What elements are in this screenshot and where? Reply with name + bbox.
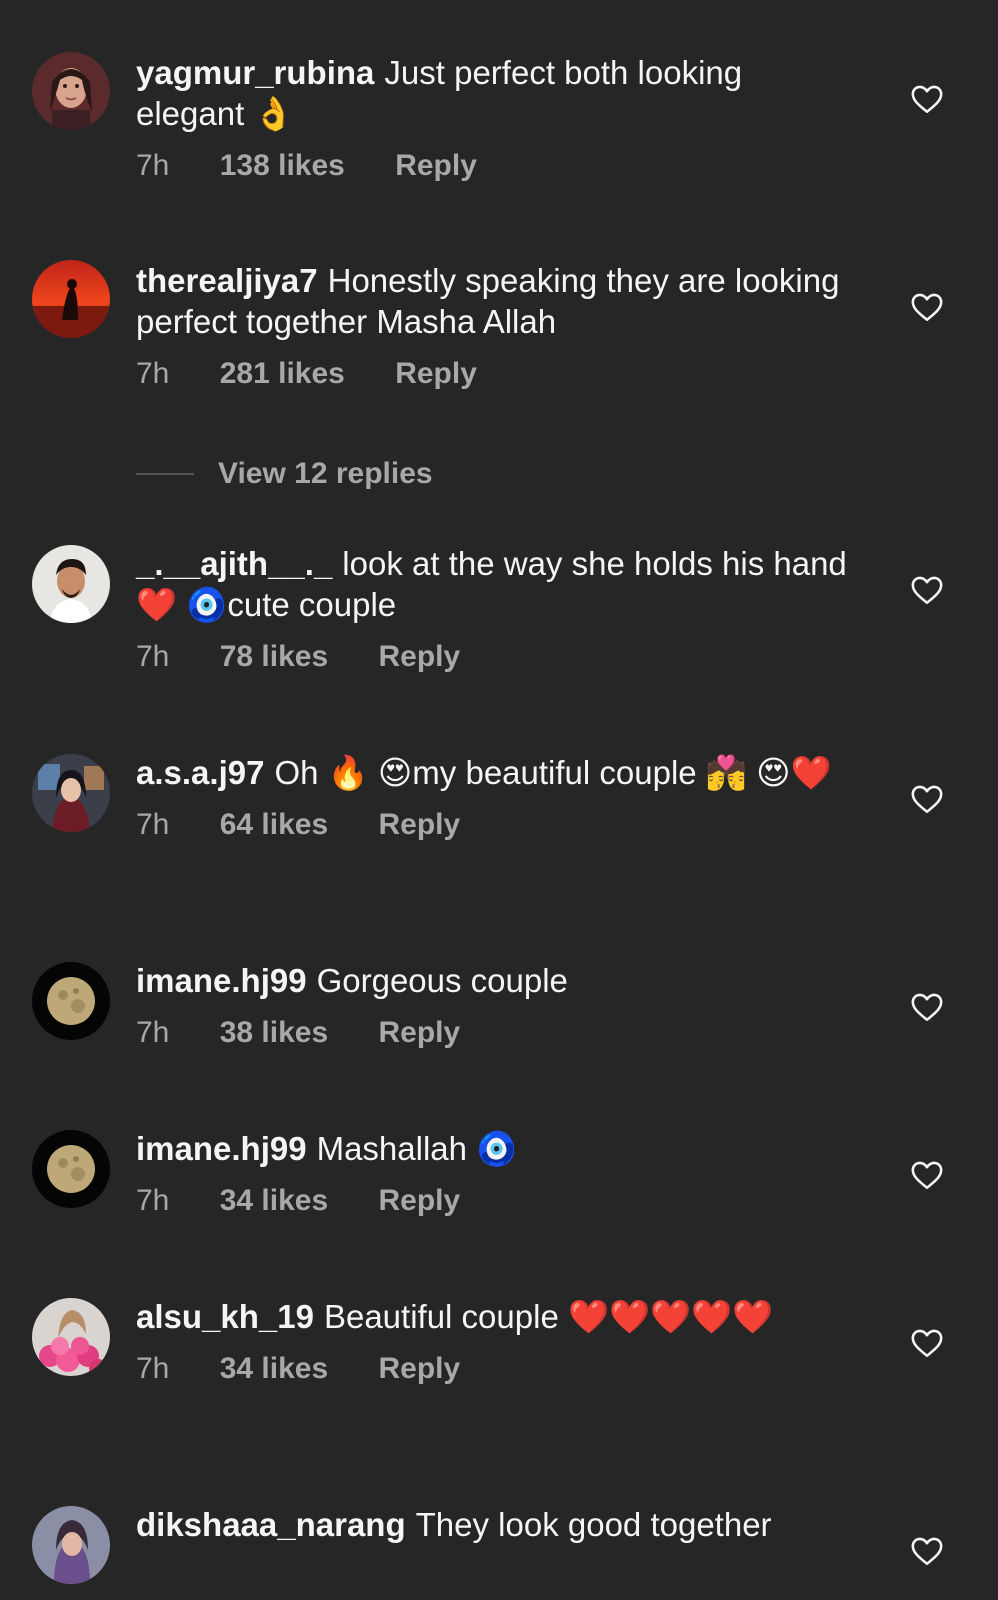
comment-likes[interactable]: 38 likes [220, 1015, 328, 1051]
comment-text: _.__ajith__._ look at the way she holds h… [136, 543, 856, 625]
comment-time: 7h [136, 1184, 170, 1217]
like-button[interactable] [910, 82, 944, 116]
comment-text: imane.hj99 Gorgeous couple [136, 960, 856, 1001]
reply-button[interactable]: Reply [395, 148, 477, 184]
heart-outline-icon [911, 1161, 943, 1190]
like-button[interactable] [910, 573, 944, 607]
comment-time: 7h [136, 1352, 170, 1385]
comment-meta: 7h 78 likes Reply [136, 639, 856, 675]
avatar[interactable] [32, 962, 110, 1040]
comment-likes[interactable]: 138 likes [220, 148, 345, 184]
like-button[interactable] [910, 1158, 944, 1192]
heart-outline-icon [911, 993, 943, 1022]
comment-text: alsu_kh_19 Beautiful couple ❤️❤️❤️❤️❤️ [136, 1296, 856, 1337]
comment-likes[interactable]: 64 likes [220, 807, 328, 843]
comment-time: 7h [136, 357, 170, 390]
comment-content: They look good together [415, 1506, 772, 1543]
reply-button[interactable]: Reply [379, 807, 461, 843]
view-replies-button[interactable]: View 12 replies [136, 456, 433, 492]
heart-outline-icon [911, 785, 943, 814]
comment-text: therealjiya7 Honestly speaking they are l… [136, 260, 856, 342]
reply-button[interactable]: Reply [379, 1183, 461, 1219]
avatar[interactable] [32, 1298, 110, 1376]
comment-text: yagmur_rubina Just perfect both looking e… [136, 52, 856, 134]
reply-button[interactable]: Reply [379, 1015, 461, 1051]
comment-time: 7h [136, 149, 170, 182]
comment-likes[interactable]: 34 likes [220, 1183, 328, 1219]
avatar[interactable] [32, 52, 110, 130]
heart-outline-icon [911, 1537, 943, 1566]
comment-text: dikshaaa_narang They look good together [136, 1504, 856, 1545]
avatar[interactable] [32, 754, 110, 832]
comment-username[interactable]: _.__ajith__._ [136, 545, 332, 582]
heart-outline-icon [911, 293, 943, 322]
comment-text: a.s.a.j97 Oh 🔥 😍my beautiful couple 💏 😍❤️ [136, 752, 856, 793]
avatar[interactable] [32, 1506, 110, 1584]
comment-meta: 7h 38 likes Reply [136, 1015, 856, 1051]
comment-content: Beautiful couple ❤️❤️❤️❤️❤️ [323, 1298, 774, 1335]
comment-meta: 7h 281 likes Reply [136, 356, 856, 392]
comment-content: Oh 🔥 😍my beautiful couple 💏 😍❤️ [274, 754, 832, 791]
comment-username[interactable]: imane.hj99 [136, 962, 307, 999]
comment-time: 7h [136, 640, 170, 673]
reply-button[interactable]: Reply [395, 356, 477, 392]
heart-outline-icon [911, 576, 943, 605]
like-button[interactable] [910, 1534, 944, 1568]
comment-likes[interactable]: 34 likes [220, 1351, 328, 1387]
comment-username[interactable]: dikshaaa_narang [136, 1506, 406, 1543]
avatar[interactable] [32, 260, 110, 338]
comment-username[interactable]: therealjiya7 [136, 262, 318, 299]
reply-button[interactable]: Reply [379, 1351, 461, 1387]
comment-username[interactable]: alsu_kh_19 [136, 1298, 314, 1335]
comment-content: Mashallah 🧿 [316, 1130, 518, 1167]
avatar[interactable] [32, 1130, 110, 1208]
comment-time: 7h [136, 808, 170, 841]
like-button[interactable] [910, 290, 944, 324]
comment-text: imane.hj99 Mashallah 🧿 [136, 1128, 856, 1169]
replies-divider [136, 473, 194, 475]
comment-meta: 7h 138 likes Reply [136, 148, 856, 184]
like-button[interactable] [910, 782, 944, 816]
reply-button[interactable]: Reply [379, 639, 461, 675]
comment-username[interactable]: imane.hj99 [136, 1130, 307, 1167]
comment-meta: 7h 34 likes Reply [136, 1183, 856, 1219]
heart-outline-icon [911, 1329, 943, 1358]
comment-content: Gorgeous couple [316, 962, 568, 999]
avatar[interactable] [32, 545, 110, 623]
view-replies-label: View 12 replies [218, 457, 433, 490]
comment-username[interactable]: yagmur_rubina [136, 54, 374, 91]
comment-likes[interactable]: 281 likes [220, 356, 345, 392]
like-button[interactable] [910, 1326, 944, 1360]
comment-likes[interactable]: 78 likes [220, 639, 328, 675]
comment-meta: 7h 34 likes Reply [136, 1351, 856, 1387]
comment-time: 7h [136, 1016, 170, 1049]
comment-meta: 7h 64 likes Reply [136, 807, 856, 843]
heart-outline-icon [911, 85, 943, 114]
like-button[interactable] [910, 990, 944, 1024]
comment-username[interactable]: a.s.a.j97 [136, 754, 264, 791]
